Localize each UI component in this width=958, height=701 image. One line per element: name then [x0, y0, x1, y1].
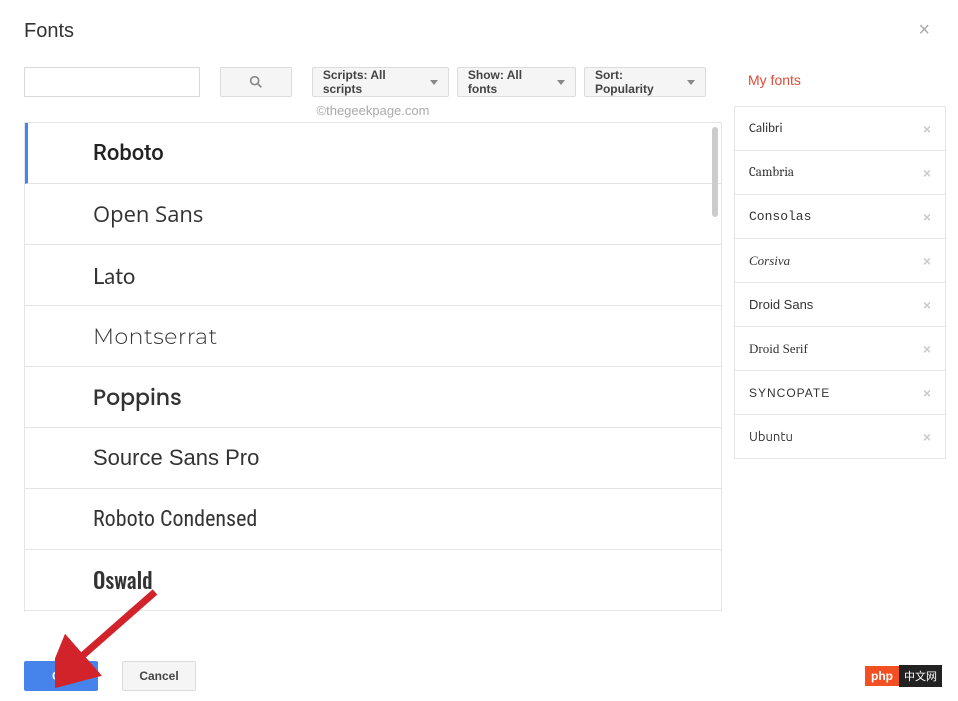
- myfont-item: Droid Serif ×: [735, 327, 945, 371]
- search-icon: [248, 74, 264, 90]
- myfont-label: Corsiva: [749, 253, 790, 269]
- remove-icon[interactable]: ×: [923, 209, 931, 225]
- myfont-label: Cambria: [749, 165, 794, 180]
- logo-cn: 中文网: [899, 665, 942, 687]
- remove-icon[interactable]: ×: [923, 385, 931, 401]
- myfont-item: Cambria ×: [735, 151, 945, 195]
- remove-icon[interactable]: ×: [923, 121, 931, 137]
- show-filter-label: Show: All fonts: [468, 68, 551, 96]
- cancel-button[interactable]: Cancel: [122, 661, 196, 691]
- font-item[interactable]: Oswald: [25, 550, 721, 611]
- remove-icon[interactable]: ×: [923, 253, 931, 269]
- font-item[interactable]: Lato: [25, 245, 721, 306]
- myfonts-title: My fonts: [734, 67, 946, 106]
- myfont-item: Calibri ×: [735, 107, 945, 151]
- chevron-down-icon: [557, 80, 565, 85]
- remove-icon[interactable]: ×: [923, 165, 931, 181]
- show-filter-button[interactable]: Show: All fonts: [457, 67, 576, 97]
- watermark-text: ©thegeekpage.com: [24, 103, 722, 118]
- myfont-label: Ubuntu: [749, 430, 793, 444]
- myfont-item: Droid Sans ×: [735, 283, 945, 327]
- sort-filter-label: Sort: Popularity: [595, 68, 681, 96]
- close-icon[interactable]: ×: [914, 20, 934, 40]
- font-item[interactable]: Roboto: [25, 123, 721, 184]
- font-item[interactable]: Source Sans Pro: [25, 428, 721, 489]
- myfont-item: Corsiva ×: [735, 239, 945, 283]
- myfont-label: Droid Serif: [749, 341, 808, 357]
- myfont-label: Syncopate: [749, 386, 830, 400]
- myfont-label: Droid Sans: [749, 297, 813, 312]
- remove-icon[interactable]: ×: [923, 341, 931, 357]
- myfont-item: Consolas ×: [735, 195, 945, 239]
- dialog-title: Fonts: [24, 20, 74, 43]
- site-logo: php 中文网: [865, 665, 942, 687]
- myfont-label: Consolas: [749, 209, 811, 224]
- scrollbar-thumb[interactable]: [712, 127, 718, 217]
- scripts-filter-label: Scripts: All scripts: [323, 68, 424, 96]
- remove-icon[interactable]: ×: [923, 429, 931, 445]
- font-item[interactable]: Roboto Condensed: [25, 489, 721, 550]
- myfont-label: Calibri: [749, 121, 782, 136]
- myfonts-list: Calibri×Cambria×Consolas×Corsiva×Droid S…: [734, 106, 946, 459]
- scripts-filter-button[interactable]: Scripts: All scripts: [312, 67, 449, 97]
- myfont-item: Ubuntu ×: [735, 415, 945, 459]
- search-input[interactable]: [24, 67, 200, 97]
- font-item[interactable]: Poppins: [25, 367, 721, 428]
- sort-filter-button[interactable]: Sort: Popularity: [584, 67, 706, 97]
- ok-button[interactable]: OK: [24, 661, 98, 691]
- remove-icon[interactable]: ×: [923, 297, 931, 313]
- logo-php: php: [865, 666, 899, 686]
- font-list[interactable]: RobotoOpen SansLatoMontserratPoppinsSour…: [24, 122, 722, 612]
- search-button[interactable]: [220, 67, 292, 97]
- myfont-item: Syncopate ×: [735, 371, 945, 415]
- chevron-down-icon: [687, 80, 695, 85]
- font-item[interactable]: Open Sans: [25, 184, 721, 245]
- font-item[interactable]: Montserrat: [25, 306, 721, 367]
- chevron-down-icon: [430, 80, 438, 85]
